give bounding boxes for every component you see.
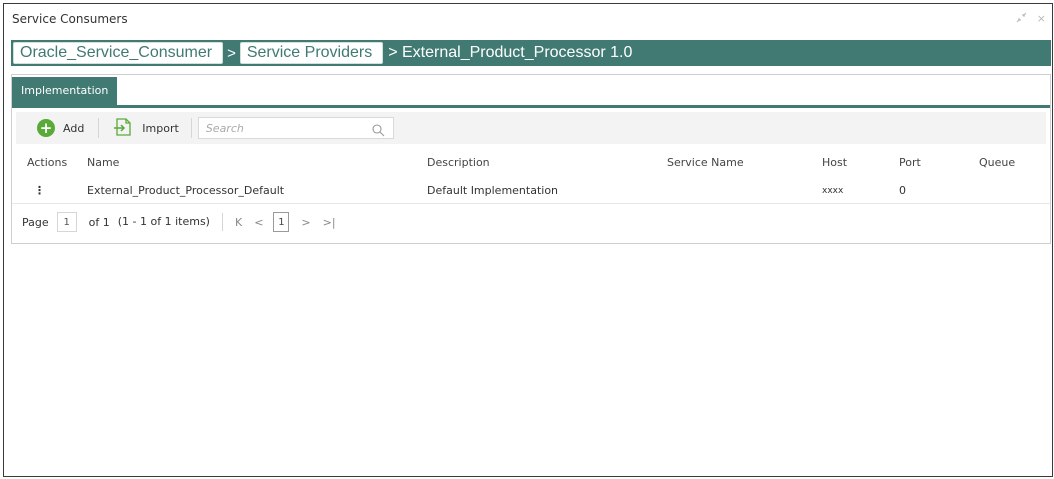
breadcrumb: Oracle_Service_Consumer > Service Provid…	[11, 40, 1051, 66]
first-page-icon[interactable]: K	[235, 216, 242, 229]
row-description: Default Implementation	[427, 184, 559, 197]
tab-implementation[interactable]: Implementation	[12, 77, 118, 105]
import-icon	[113, 117, 133, 140]
breadcrumb-separator: >	[227, 44, 236, 62]
add-button[interactable]: + Add	[16, 118, 100, 138]
add-label: Add	[63, 121, 85, 135]
column-header-description[interactable]: Description	[427, 151, 490, 175]
tab-bar: Implementation	[12, 75, 1050, 108]
column-header-service-name[interactable]: Service Name	[667, 151, 744, 175]
breadcrumb-oracle-service-consumer[interactable]: Oracle_Service_Consumer	[13, 42, 224, 64]
next-page-icon[interactable]: >	[301, 216, 310, 229]
import-label: Import	[142, 121, 179, 135]
add-icon: +	[37, 119, 55, 137]
window-title: Service Consumers	[12, 12, 128, 26]
column-header-actions: Actions	[27, 156, 68, 169]
previous-page-icon[interactable]: <	[254, 216, 263, 229]
search-input[interactable]	[205, 121, 366, 135]
items-range-text: (1 - 1 of 1 items)	[118, 213, 223, 231]
search-box	[197, 117, 394, 141]
service-consumers-window: Service Consumers × Oracle_Service_Consu…	[3, 3, 1053, 477]
column-header-host[interactable]: Host	[822, 151, 847, 175]
page-label: Page	[22, 215, 49, 229]
search-icon[interactable]	[372, 122, 385, 141]
toolbar: + Add Import	[16, 112, 1046, 144]
page-number-input[interactable]: 1	[56, 212, 77, 232]
row-actions-menu-icon[interactable]: ⋮	[34, 179, 45, 203]
row-name: External_Product_Processor_Default	[87, 184, 285, 197]
import-button[interactable]: Import	[99, 117, 192, 140]
column-header-queue[interactable]: Queue	[979, 151, 1015, 175]
column-header-port[interactable]: Port	[899, 151, 921, 175]
column-header-name[interactable]: Name	[87, 151, 119, 175]
table-header: Actions Name Description Service Name Ho…	[12, 151, 1050, 175]
last-page-icon[interactable]: >|	[323, 216, 336, 229]
row-port: 0	[899, 184, 906, 197]
page-count-text: of 1	[88, 215, 110, 229]
row-host: xxxx	[822, 186, 844, 196]
minimize-icon[interactable]	[1016, 12, 1027, 26]
pagination-bar: Page 1 of 1 (1 - 1 of 1 items) K < 1 > >…	[12, 209, 1050, 235]
current-page-button[interactable]: 1	[273, 212, 290, 232]
implementation-panel: Implementation + Add Import Search Actio…	[11, 74, 1051, 244]
close-icon[interactable]: ×	[1037, 12, 1046, 26]
breadcrumb-current: > External_Product_Processor 1.0	[388, 44, 633, 61]
breadcrumb-service-providers[interactable]: Service Providers	[239, 42, 384, 64]
table-row[interactable]: ⋮ External_Product_Processor_Default Def…	[12, 179, 1050, 204]
window-titlebar: Service Consumers ×	[4, 4, 1052, 34]
